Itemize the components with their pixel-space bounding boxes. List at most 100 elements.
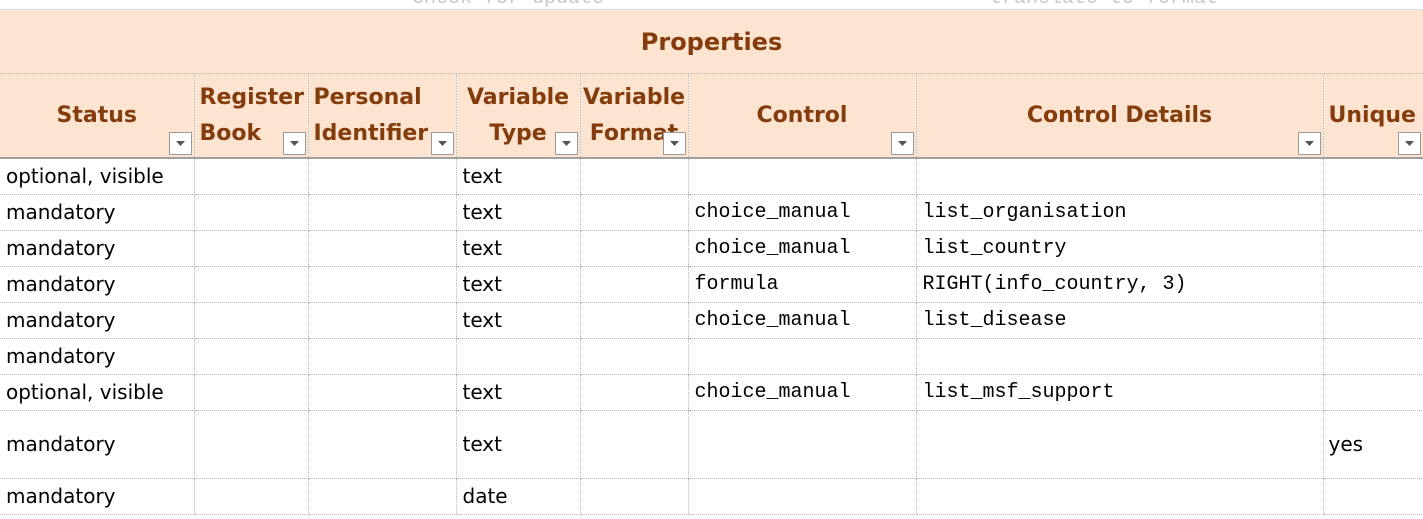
- filter-dropdown-icon[interactable]: [282, 132, 306, 155]
- cell-unique[interactable]: [1323, 338, 1423, 375]
- cell-status[interactable]: mandatory: [0, 338, 195, 375]
- cell-variable-format[interactable]: [580, 158, 689, 195]
- cell-control-details[interactable]: [916, 338, 1324, 375]
- column-header-variable-type[interactable]: Variable Type: [456, 74, 581, 159]
- cell-register-book[interactable]: [194, 338, 309, 375]
- cell-status[interactable]: optional, visible: [0, 158, 195, 195]
- table-row: mandatory text yes: [0, 410, 1423, 479]
- cell-control-details[interactable]: list_country: [916, 230, 1324, 267]
- column-header-variable-format[interactable]: Variable Format: [580, 74, 689, 159]
- column-header-unique[interactable]: Unique: [1323, 74, 1423, 159]
- cell-status[interactable]: mandatory: [0, 266, 195, 303]
- column-header-control-details[interactable]: Control Details: [916, 74, 1324, 159]
- cell-personal-identifier[interactable]: [308, 410, 457, 479]
- cell-control-details[interactable]: [916, 158, 1324, 195]
- cell-control-details[interactable]: RIGHT(info_country, 3): [916, 266, 1324, 303]
- cell-variable-format[interactable]: [580, 230, 689, 267]
- cell-variable-type[interactable]: text: [456, 374, 581, 411]
- cell-variable-type[interactable]: text: [456, 230, 581, 267]
- column-header-personal-identifier[interactable]: Personal Identifier: [308, 74, 457, 159]
- cell-unique[interactable]: [1323, 230, 1423, 267]
- cell-status[interactable]: optional, visible: [0, 374, 195, 411]
- column-header-label: Status: [56, 102, 137, 128]
- cell-variable-type[interactable]: text: [456, 410, 581, 479]
- cell-register-book[interactable]: [194, 266, 309, 303]
- cell-register-book[interactable]: [194, 158, 309, 195]
- cell-variable-format[interactable]: [580, 266, 689, 303]
- previous-row-text-left[interactable]: Check for update: [412, 0, 604, 10]
- cell-register-book[interactable]: [194, 230, 309, 267]
- filter-dropdown-icon[interactable]: [168, 132, 192, 155]
- cell-control[interactable]: [688, 158, 917, 195]
- cell-variable-format[interactable]: [580, 302, 689, 339]
- cell-control[interactable]: formula: [688, 266, 917, 303]
- cell-control-details[interactable]: [916, 478, 1324, 515]
- cell-register-book[interactable]: [194, 410, 309, 479]
- cell-control-details[interactable]: list_disease: [916, 302, 1324, 339]
- cell-unique[interactable]: yes: [1323, 410, 1423, 479]
- column-header-label: Unique: [1328, 102, 1416, 128]
- cell-personal-identifier[interactable]: [308, 158, 457, 195]
- table-row: mandatory text choice_manual list_countr…: [0, 230, 1423, 267]
- column-header-label: Control Details: [1026, 102, 1213, 128]
- cell-register-book[interactable]: [194, 302, 309, 339]
- cell-personal-identifier[interactable]: [308, 302, 457, 339]
- filter-dropdown-icon[interactable]: [1297, 132, 1321, 155]
- cell-unique[interactable]: [1323, 158, 1423, 195]
- cell-register-book[interactable]: [194, 374, 309, 411]
- cell-variable-format[interactable]: [580, 374, 689, 411]
- cell-status[interactable]: mandatory: [0, 230, 195, 267]
- cell-variable-format[interactable]: [580, 194, 689, 231]
- cell-control[interactable]: [688, 478, 917, 515]
- cell-variable-format[interactable]: [580, 338, 689, 375]
- cell-control[interactable]: choice_manual: [688, 230, 917, 267]
- table-row: mandatory date: [0, 478, 1423, 515]
- cell-personal-identifier[interactable]: [308, 194, 457, 231]
- filter-dropdown-icon[interactable]: [554, 132, 578, 155]
- cell-status[interactable]: mandatory: [0, 194, 195, 231]
- cell-control[interactable]: [688, 410, 917, 479]
- properties-banner[interactable]: Properties: [0, 10, 1423, 74]
- cell-variable-format[interactable]: [580, 410, 689, 479]
- cell-unique[interactable]: [1323, 194, 1423, 231]
- cell-personal-identifier[interactable]: [308, 478, 457, 515]
- cell-control[interactable]: choice_manual: [688, 194, 917, 231]
- properties-title: Properties: [640, 27, 783, 56]
- cell-variable-type[interactable]: text: [456, 158, 581, 195]
- table-row: optional, visible text: [0, 158, 1423, 195]
- cell-unique[interactable]: [1323, 302, 1423, 339]
- cell-variable-type[interactable]: text: [456, 266, 581, 303]
- previous-row-text-right[interactable]: translate to format: [990, 0, 1218, 10]
- filter-dropdown-icon[interactable]: [430, 132, 454, 155]
- cell-status[interactable]: mandatory: [0, 478, 195, 515]
- cell-unique[interactable]: [1323, 266, 1423, 303]
- cell-personal-identifier[interactable]: [308, 338, 457, 375]
- cell-register-book[interactable]: [194, 478, 309, 515]
- cell-variable-type[interactable]: date: [456, 478, 581, 515]
- filter-dropdown-icon[interactable]: [662, 132, 686, 155]
- cell-status[interactable]: mandatory: [0, 302, 195, 339]
- cell-unique[interactable]: [1323, 374, 1423, 411]
- filter-dropdown-icon[interactable]: [890, 132, 914, 155]
- cell-unique[interactable]: [1323, 478, 1423, 515]
- cell-personal-identifier[interactable]: [308, 374, 457, 411]
- cell-control-details[interactable]: list_organisation: [916, 194, 1324, 231]
- cell-variable-type[interactable]: [456, 338, 581, 375]
- cell-variable-type[interactable]: text: [456, 302, 581, 339]
- cell-control[interactable]: choice_manual: [688, 302, 917, 339]
- column-header-control[interactable]: Control: [688, 74, 917, 159]
- cell-control[interactable]: choice_manual: [688, 374, 917, 411]
- cell-status[interactable]: mandatory: [0, 410, 195, 479]
- column-header-register-book[interactable]: Register Book: [194, 74, 309, 159]
- cell-control-details[interactable]: [916, 410, 1324, 479]
- cell-variable-type[interactable]: text: [456, 194, 581, 231]
- column-header-label: Control: [756, 102, 848, 128]
- cell-control[interactable]: [688, 338, 917, 375]
- cell-register-book[interactable]: [194, 194, 309, 231]
- cell-control-details[interactable]: list_msf_support: [916, 374, 1324, 411]
- cell-personal-identifier[interactable]: [308, 230, 457, 267]
- column-header-status[interactable]: Status: [0, 74, 195, 159]
- cell-variable-format[interactable]: [580, 478, 689, 515]
- filter-dropdown-icon[interactable]: [1397, 132, 1421, 155]
- cell-personal-identifier[interactable]: [308, 266, 457, 303]
